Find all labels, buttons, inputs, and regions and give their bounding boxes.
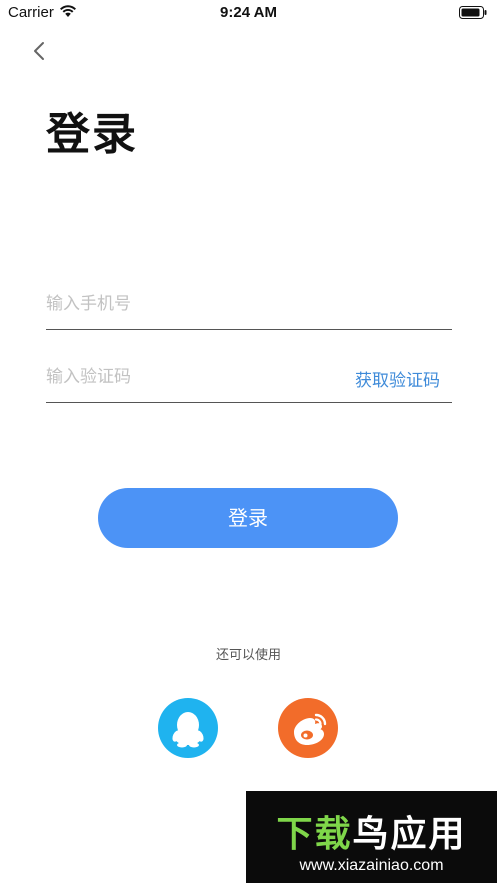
alternative-login-label: 还可以使用 [215, 648, 281, 663]
watermark-title-part1: 下载 [276, 814, 353, 855]
watermark-logo: 下载鸟应用 www.xiazainiao.com [246, 791, 497, 883]
watermark-title: 下载鸟应用 [246, 805, 497, 857]
qq-login-button[interactable] [158, 698, 218, 758]
battery-icon [459, 6, 487, 19]
phone-input[interactable] [46, 289, 336, 319]
status-bar: Carrier 9:24 AM [0, 0, 497, 26]
weibo-icon [294, 713, 327, 745]
status-time: 9:24 AM [220, 4, 277, 21]
login-button[interactable]: 登录 [98, 488, 398, 548]
watermark-url: www.xiazainiao.com [299, 857, 444, 874]
phone-field [46, 283, 452, 330]
get-code-button[interactable]: 获取验证码 [355, 366, 440, 391]
back-button[interactable] [28, 38, 52, 66]
qq-icon [172, 712, 204, 748]
watermark-title-part2: 鸟应用 [352, 814, 467, 855]
verification-code-field: 获取验证码 [46, 356, 452, 403]
page-title: 登录 [46, 109, 138, 160]
chevron-left-icon [34, 42, 44, 60]
weibo-login-button[interactable] [278, 698, 338, 758]
verification-code-input[interactable] [46, 362, 336, 392]
